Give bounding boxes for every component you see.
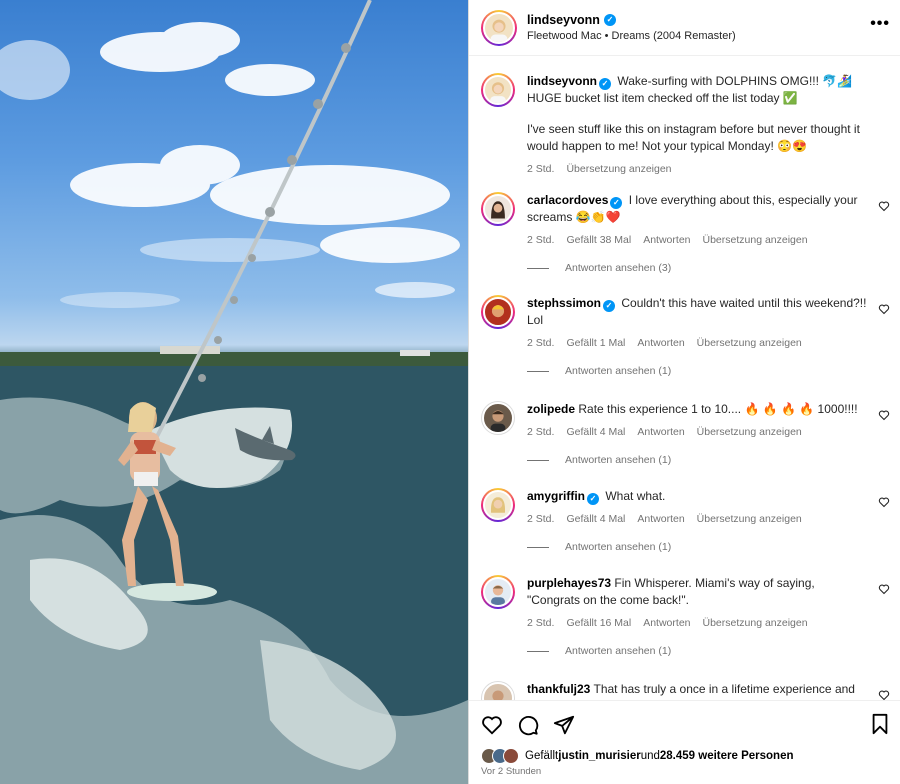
post-video[interactable] [0,0,468,784]
reply-button[interactable]: Antworten [637,426,684,438]
replies-divider [527,267,549,269]
more-icon[interactable]: ••• [870,14,890,34]
comment-item: thankfulj23 That has truly a once in a l… [481,681,890,700]
comment-likes[interactable]: Gefällt 16 Mal [566,617,631,629]
commenter-username[interactable]: amygriffin [527,489,585,503]
heart-icon[interactable] [481,714,503,736]
reply-button[interactable]: Antworten [637,337,684,349]
liker-avatar [503,748,519,764]
comment-text: What what. [605,489,666,503]
reply-button[interactable]: Antworten [643,617,690,629]
translate-link[interactable]: Übersetzung anzeigen [566,163,671,175]
translate-link[interactable]: Übersetzung anzeigen [703,234,808,246]
comment-likes[interactable]: Gefällt 4 Mal [566,513,625,525]
view-replies[interactable]: Antworten ansehen (1) [527,365,868,377]
verified-icon: ✓ [599,77,612,90]
caption-username[interactable]: lindseyvonn [527,74,597,88]
comment-likes[interactable]: Gefällt 38 Mal [566,234,631,246]
commenter-avatar[interactable] [481,575,515,609]
view-replies[interactable]: Antworten ansehen (1) [527,645,868,657]
verified-icon: ✓ [610,196,623,209]
view-replies[interactable]: Antworten ansehen (1) [527,454,868,466]
comment-time: 2 Std. [527,163,555,175]
commenter-username[interactable]: thankfulj23 [527,682,590,696]
commenter-avatar[interactable] [481,681,515,700]
comment-time: 2 Std. [527,617,555,629]
comment-like-icon[interactable] [878,583,890,595]
author-username[interactable]: lindseyvonn [527,12,600,28]
comment-likes[interactable]: Gefällt 1 Mal [566,337,625,349]
comment-likes[interactable]: Gefällt 4 Mal [566,426,625,438]
comment-item: stephssimon ✓ Couldn't this have waited u… [481,295,890,377]
audio-track[interactable]: Fleetwood Mac • Dreams (2004 Remaster) [527,28,736,44]
translate-link[interactable]: Übersetzung anzeigen [697,426,802,438]
commenter-username[interactable]: stephssimon [527,296,601,310]
view-replies-label[interactable]: Antworten ansehen (1) [565,454,671,466]
post-header: lindseyvonn ✓ Fleetwood Mac • Dreams (20… [469,0,900,56]
view-replies[interactable]: Antworten ansehen (1) [527,541,868,553]
view-replies[interactable]: Antworten ansehen (3) [527,262,868,274]
view-replies-label[interactable]: Antworten ansehen (1) [565,645,671,657]
comment-item: carlacordoves ✓ I love everything about t… [481,192,890,274]
comment-item: amygriffin ✓ What what. 2 Std. Gefällt 4 … [481,488,890,553]
translate-link[interactable]: Übersetzung anzeigen [697,513,802,525]
likes-user[interactable]: justin_murisier [558,750,640,762]
likes-section: Gefällt justin_murisier und 28.459 weite… [469,748,900,784]
caption-avatar[interactable] [481,73,515,107]
post-details-panel: lindseyvonn ✓ Fleetwood Mac • Dreams (20… [468,0,900,784]
commenter-username[interactable]: carlacordoves [527,193,608,207]
likes-middle: und [640,750,660,762]
share-icon[interactable] [553,714,575,736]
author-avatar[interactable] [481,9,517,46]
comment-time: 2 Std. [527,426,555,438]
comment-item: purplehayes73 Fin Whisperer. Miami's way… [481,575,890,657]
translate-link[interactable]: Übersetzung anzeigen [697,337,802,349]
view-replies-label[interactable]: Antworten ansehen (3) [565,262,671,274]
commenter-avatar[interactable] [481,488,515,522]
comment-like-icon[interactable] [878,409,890,421]
comment-time: 2 Std. [527,337,555,349]
caption-text-2: I've seen stuff like this on instagram b… [527,122,860,153]
post-modal: lindseyvonn ✓ Fleetwood Mac • Dreams (20… [0,0,900,784]
bookmark-icon[interactable] [870,713,890,735]
comment-text: Rate this experience 1 to 10.... 🔥 🔥 🔥 🔥… [578,402,858,416]
comment-icon[interactable] [517,714,539,736]
comment-like-icon[interactable] [878,303,890,315]
verified-icon: ✓ [603,299,616,312]
comment-time: 2 Std. [527,234,555,246]
view-replies-label[interactable]: Antworten ansehen (1) [565,365,671,377]
replies-divider [527,459,549,461]
likes-count[interactable]: 28.459 weitere Personen [660,750,794,762]
comments-list[interactable]: lindseyvonn ✓ Wake-surfing with DOLPHINS … [469,56,900,700]
replies-divider [527,370,549,372]
video-frame [0,0,468,784]
reply-button[interactable]: Antworten [643,234,690,246]
liker-avatars [481,748,519,764]
commenter-username[interactable]: zolipede [527,402,575,416]
replies-divider [527,546,549,548]
caption: lindseyvonn ✓ Wake-surfing with DOLPHINS … [481,73,890,175]
commenter-username[interactable]: purplehayes73 [527,576,611,590]
verified-icon: ✓ [587,492,600,505]
comment-like-icon[interactable] [878,496,890,508]
verified-icon: ✓ [603,13,616,26]
comment-item: zolipede Rate this experience 1 to 10...… [481,401,890,466]
comment-like-icon[interactable] [878,689,890,700]
view-replies-label[interactable]: Antworten ansehen (1) [565,541,671,553]
comment-like-icon[interactable] [878,200,890,212]
commenter-avatar[interactable] [481,401,515,435]
reply-button[interactable]: Antworten [637,513,684,525]
commenter-avatar[interactable] [481,295,515,329]
translate-link[interactable]: Übersetzung anzeigen [703,617,808,629]
comment-time: 2 Std. [527,513,555,525]
comment-text: That has truly a once in a lifetime expe… [593,682,855,696]
post-time: Vor 2 Stunden [481,766,542,777]
likes-prefix: Gefällt [525,750,559,762]
replies-divider [527,650,549,652]
action-bar [469,700,900,748]
commenter-avatar[interactable] [481,192,515,226]
